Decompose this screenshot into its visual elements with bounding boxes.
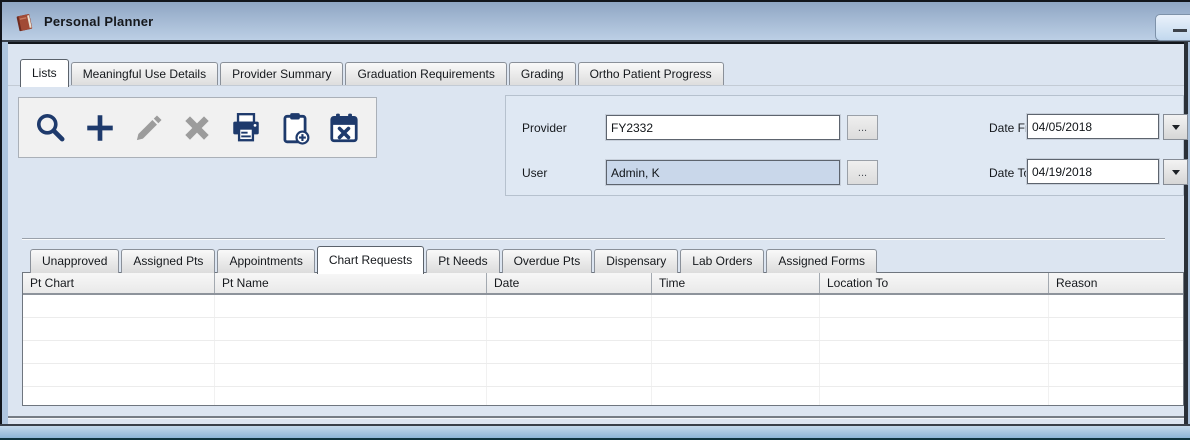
- search-button[interactable]: [31, 106, 71, 150]
- tab-assigned-forms[interactable]: Assigned Forms: [766, 249, 877, 273]
- add-icon: [83, 111, 117, 145]
- column-header-date[interactable]: Date: [487, 273, 652, 293]
- tab-grading[interactable]: Grading: [509, 62, 576, 86]
- minimize-button[interactable]: [1155, 14, 1190, 41]
- client-area: Lists Meaningful Use Details Provider Su…: [8, 44, 1184, 424]
- provider-label: Provider: [522, 121, 567, 135]
- delete-icon: [180, 111, 214, 145]
- tab-unapproved[interactable]: Unapproved: [30, 249, 119, 273]
- main-tabstrip: Lists Meaningful Use Details Provider Su…: [20, 58, 726, 86]
- list-tabstrip: Unapproved Assigned Pts Appointments Cha…: [30, 245, 879, 273]
- toolbar: [18, 97, 377, 158]
- section-divider: [22, 238, 1165, 240]
- tab-dispensary[interactable]: Dispensary: [594, 249, 678, 273]
- tab-overdue-pts[interactable]: Overdue Pts: [502, 249, 593, 273]
- window-border-bottom: [0, 426, 1190, 438]
- edit-button[interactable]: [129, 106, 169, 150]
- user-browse-button[interactable]: ...: [847, 160, 878, 185]
- table-row: [23, 318, 1183, 341]
- tab-lab-orders[interactable]: Lab Orders: [680, 249, 764, 273]
- panel-bottom-border: [8, 416, 1184, 419]
- tab-pt-needs[interactable]: Pt Needs: [426, 249, 499, 273]
- delete-button[interactable]: [177, 106, 217, 150]
- minimize-icon: [1173, 29, 1187, 32]
- table-row: [23, 341, 1183, 364]
- personal-planner-window: Personal Planner Lists Meaningful Use De…: [0, 0, 1190, 440]
- planner-book-icon: [14, 12, 36, 34]
- chart-requests-table: Pt Chart Pt Name Date Time Location To R…: [22, 272, 1184, 406]
- tab-lists[interactable]: Lists: [20, 59, 69, 87]
- column-header-pt-name[interactable]: Pt Name: [215, 273, 487, 293]
- column-header-time[interactable]: Time: [652, 273, 820, 293]
- date-to-label: Date To: [989, 166, 1030, 180]
- tabstrip-baseline: [8, 85, 1184, 86]
- print-icon: [229, 111, 263, 145]
- date-from-dropdown-button[interactable]: [1163, 114, 1188, 140]
- table-row: [23, 387, 1183, 406]
- column-header-pt-chart[interactable]: Pt Chart: [23, 273, 215, 293]
- column-header-reason[interactable]: Reason: [1049, 273, 1183, 293]
- clipboard-add-button[interactable]: [275, 106, 315, 150]
- add-button[interactable]: [80, 106, 120, 150]
- provider-input[interactable]: [606, 115, 840, 140]
- date-to-dropdown-button[interactable]: [1163, 159, 1188, 185]
- user-label: User: [522, 166, 547, 180]
- table-header-row: Pt Chart Pt Name Date Time Location To R…: [23, 273, 1183, 295]
- filter-panel: Provider ... User ... Date From Date To: [505, 95, 1184, 196]
- tab-assigned-pts[interactable]: Assigned Pts: [121, 249, 215, 273]
- date-to-input[interactable]: [1027, 159, 1159, 184]
- tab-meaningful-use-details[interactable]: Meaningful Use Details: [71, 62, 218, 86]
- tab-appointments[interactable]: Appointments: [217, 249, 314, 273]
- table-row: [23, 364, 1183, 387]
- column-header-location-to[interactable]: Location To: [820, 273, 1049, 293]
- tab-chart-requests[interactable]: Chart Requests: [317, 246, 424, 274]
- chevron-down-icon: [1172, 125, 1180, 130]
- calendar-remove-icon: [327, 111, 361, 145]
- table-row: [23, 295, 1183, 318]
- clipboard-add-icon: [278, 111, 312, 145]
- window-title: Personal Planner: [44, 14, 153, 29]
- print-button[interactable]: [226, 106, 266, 150]
- chevron-down-icon: [1172, 170, 1180, 175]
- title-bar: Personal Planner: [2, 2, 1190, 42]
- edit-icon: [132, 111, 166, 145]
- tab-ortho-patient-progress[interactable]: Ortho Patient Progress: [578, 62, 724, 86]
- provider-browse-button[interactable]: ...: [847, 115, 878, 140]
- user-input[interactable]: [606, 160, 840, 185]
- date-from-input[interactable]: [1027, 114, 1159, 139]
- search-icon: [34, 111, 68, 145]
- tab-provider-summary[interactable]: Provider Summary: [220, 62, 343, 86]
- calendar-remove-button[interactable]: [324, 106, 364, 150]
- tab-graduation-requirements[interactable]: Graduation Requirements: [345, 62, 506, 86]
